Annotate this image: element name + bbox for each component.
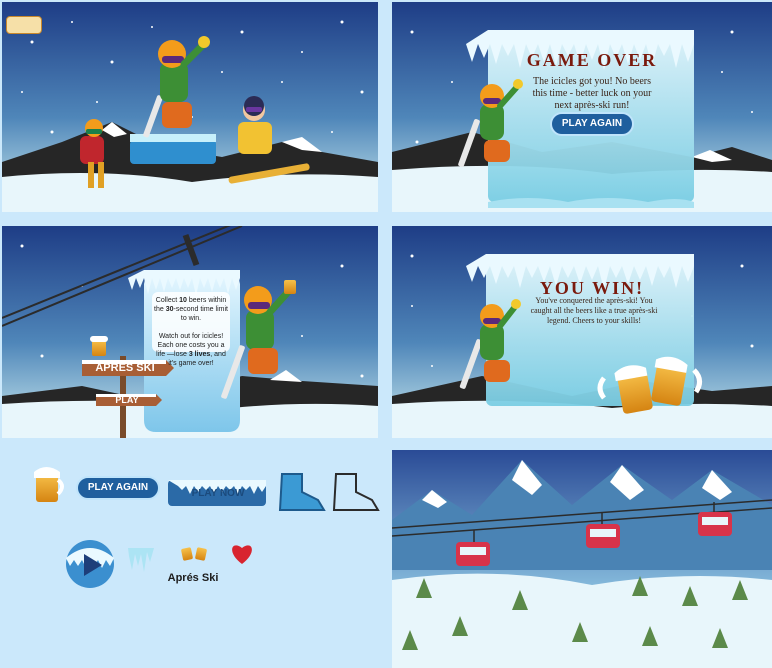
gameplay-panel <box>2 2 378 212</box>
game-over-title: GAME OVER <box>526 50 658 70</box>
ski-boot-outline-icon <box>332 473 380 511</box>
gameplay-scene <box>2 2 378 212</box>
play-sign-label[interactable]: PLAY <box>98 395 156 405</box>
apres-ski-sign-label: APRÈS SKI <box>95 362 155 374</box>
start-panel: Collect 10 beers within the 30-second ti… <box>2 226 378 438</box>
ice-platform <box>130 140 216 164</box>
logo-badge <box>6 16 42 34</box>
game-over-message: The icicles got you! No beers this time … <box>532 76 652 111</box>
play-now-button-asset[interactable]: PLAY NOW <box>170 488 266 499</box>
play-again-button[interactable]: PLAY AGAIN <box>550 112 634 136</box>
play-again-button-asset[interactable]: PLAY AGAIN <box>76 476 160 500</box>
apres-ski-logo-text: Aprés Ski <box>167 572 219 584</box>
game-over-panel: GAME OVER The icicles got you! No beers … <box>392 2 772 212</box>
heart-icon <box>232 545 252 564</box>
assets-art <box>34 467 380 588</box>
you-win-scene <box>392 226 772 438</box>
instructions-text: Collect 10 beers within the 30-second ti… <box>154 297 228 367</box>
apres-ski-logo-icon <box>181 547 207 561</box>
landscape-scene <box>392 450 772 668</box>
you-win-message: You've conquered the après-ski! You caug… <box>530 296 658 325</box>
ski-boot-filled-icon <box>278 473 326 511</box>
you-win-panel: YOU WIN! You've conquered the après-ski!… <box>392 226 772 438</box>
icicle-icon <box>128 548 154 572</box>
landscape-panel <box>392 450 772 668</box>
play-circle-button[interactable] <box>66 540 114 588</box>
snow-ground <box>392 573 772 668</box>
beer-icon <box>34 467 64 502</box>
assets-panel: PLAY AGAIN PLAY NOW Aprés Ski <box>0 440 390 668</box>
